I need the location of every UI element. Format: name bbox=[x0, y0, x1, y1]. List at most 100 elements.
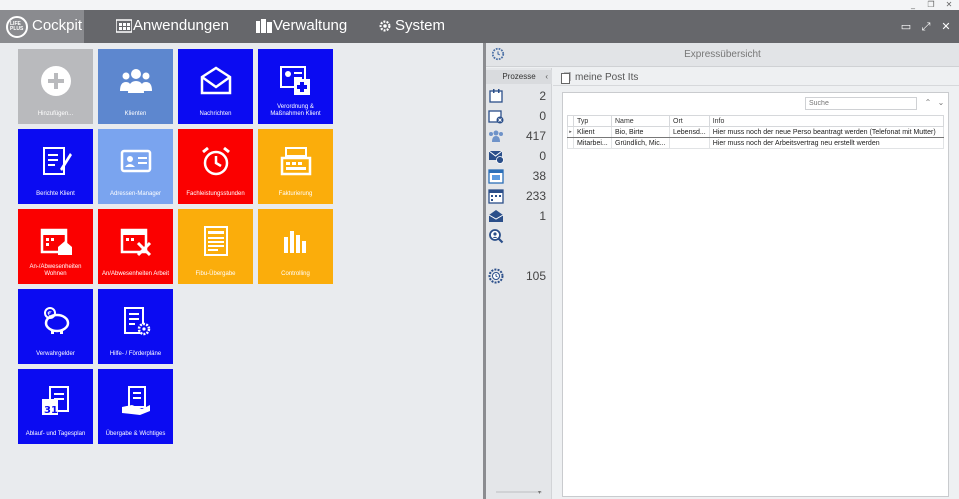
close-icon[interactable]: ✕ bbox=[939, 21, 953, 33]
window-title-strip: _ ❐ ✕ bbox=[0, 0, 959, 10]
tile-nachrichten[interactable]: Nachrichten bbox=[178, 49, 253, 124]
tile-controlling[interactable]: Controlling bbox=[258, 209, 333, 284]
prozess-count: 38 bbox=[532, 169, 546, 183]
tile-label: Hinzufügen... bbox=[37, 111, 74, 117]
piggy-bank-icon: € bbox=[44, 307, 70, 334]
tile-abwesenheiten-arbeit[interactable]: An/Abwesenheiten Arbeit bbox=[98, 209, 173, 284]
expand-icon[interactable]: ⤢ bbox=[919, 21, 933, 33]
screen-icon[interactable]: ▭ bbox=[899, 21, 913, 33]
prozesse-label: Prozesse bbox=[502, 72, 536, 81]
post-its-table: Typ Name Ort Info ▸ Klient Bio, Birte Le… bbox=[567, 115, 945, 149]
calendar-home-icon bbox=[40, 228, 72, 255]
prozess-row[interactable]: 0 bbox=[486, 107, 552, 125]
alarm-clock-icon bbox=[202, 146, 230, 176]
close-window-button[interactable]: ✕ bbox=[940, 0, 958, 9]
restore-button[interactable]: ❐ bbox=[922, 0, 940, 9]
applications-grid-icon bbox=[116, 19, 132, 33]
post-its-area: meine Post Its ⌃ ⌄ Typ Name Ort bbox=[553, 68, 959, 499]
table-row[interactable]: Mitarbei... Gründlich, Mic... Hier muss … bbox=[567, 137, 945, 149]
tile-verordnung[interactable]: Verordnung & Maßnahmen Klient bbox=[258, 49, 333, 124]
report-pen-icon bbox=[43, 147, 72, 175]
tile-label: Verordnung & Maßnahmen Klient bbox=[270, 104, 321, 117]
tile-fibu-uebergabe[interactable]: Fibu-Übergabe bbox=[178, 209, 253, 284]
tile-hilfe-foerderplaene[interactable]: Hilfe- / Förderpläne bbox=[98, 289, 173, 364]
bar-chart-icon bbox=[284, 231, 306, 253]
prozess-row[interactable]: 2 bbox=[486, 87, 552, 105]
svg-text:31: 31 bbox=[44, 405, 58, 416]
tile-fakturierung[interactable]: Fakturierung bbox=[258, 129, 333, 204]
calendar-grid-icon bbox=[488, 189, 504, 204]
nav-tab-cockpit[interactable]: LIFE PLUS Cockpit bbox=[0, 10, 84, 43]
tile-uebergabe-wichtiges[interactable]: Übergabe & Wichtiges bbox=[98, 369, 173, 444]
cell-ort bbox=[669, 137, 710, 149]
medical-card-icon bbox=[280, 66, 310, 95]
prozesse-column: Prozesse ‹ 2 0 417 0 38 233 1 105 ▾ bbox=[486, 68, 552, 499]
prozess-row[interactable]: 417 bbox=[486, 127, 552, 145]
prozess-count: 0 bbox=[539, 149, 546, 163]
tile-label: Adressen-Manager bbox=[109, 191, 162, 197]
people-icon bbox=[489, 130, 503, 142]
search-user-icon bbox=[489, 229, 504, 244]
tile-verwahrgelder[interactable]: € Verwahrgelder bbox=[18, 289, 93, 364]
tile-label: Klienten bbox=[124, 111, 147, 117]
main-navbar: LIFE PLUS Cockpit Anwendungen Verwaltung… bbox=[0, 10, 959, 43]
prozess-count: 417 bbox=[525, 129, 546, 143]
chevron-down-icon[interactable]: ▾ bbox=[538, 489, 541, 496]
prozess-row[interactable]: 233 bbox=[486, 187, 552, 205]
column-header-info[interactable]: Info bbox=[708, 115, 945, 127]
calendar-icon bbox=[488, 169, 504, 184]
calendar-clipboard-icon: 31 bbox=[42, 386, 69, 416]
note-icon bbox=[561, 72, 571, 84]
nav-tab-verwaltung[interactable]: Verwaltung bbox=[273, 17, 347, 34]
prozess-row[interactable]: 0 bbox=[486, 147, 552, 165]
prozess-count: 2 bbox=[539, 89, 546, 103]
tile-add[interactable]: Hinzufügen... bbox=[18, 49, 93, 124]
prozess-row[interactable]: 38 bbox=[486, 167, 552, 185]
post-its-grid: ⌃ ⌄ Typ Name Ort Info ▸ bbox=[562, 92, 949, 497]
minimize-button[interactable]: _ bbox=[904, 0, 922, 9]
table-row[interactable]: ▸ Klient Bio, Birte Lebensd... Hier muss… bbox=[567, 126, 945, 138]
ledger-icon bbox=[204, 226, 228, 256]
tile-label: Fakturierung bbox=[278, 191, 313, 197]
express-overview-panel: Expressübersicht Prozesse ‹ 2 0 417 0 38 bbox=[486, 43, 959, 499]
chevron-left-icon[interactable]: ‹ bbox=[545, 70, 548, 84]
tile-ablauf-tagesplan[interactable]: 31 Ablauf- und Tagesplan bbox=[18, 369, 93, 444]
mail-open-icon bbox=[488, 210, 504, 222]
tile-klienten[interactable]: Klienten bbox=[98, 49, 173, 124]
tile-label: An/Abwesenheiten Arbeit bbox=[101, 271, 170, 277]
chevron-up-icon[interactable]: ⌃ bbox=[923, 97, 933, 109]
prozess-row[interactable]: 105 bbox=[486, 267, 552, 285]
column-header-typ[interactable]: Typ bbox=[573, 115, 612, 127]
prozess-count: 105 bbox=[525, 269, 546, 283]
nav-tab-system[interactable]: System bbox=[395, 17, 445, 34]
tile-berichte-klient[interactable]: Berichte Klient bbox=[18, 129, 93, 204]
tile-abwesenheiten-wohnen[interactable]: An-/Abwesenheiten Wohnen bbox=[18, 209, 93, 284]
column-header-name[interactable]: Name bbox=[611, 115, 670, 127]
express-title: Expressübersicht bbox=[684, 49, 761, 60]
prozesse-scroll-indicator[interactable] bbox=[496, 491, 542, 493]
column-header-ort[interactable]: Ort bbox=[669, 115, 710, 127]
prozesse-header[interactable]: Prozesse ‹ bbox=[486, 70, 552, 84]
cell-ort: Lebensd... bbox=[669, 126, 710, 138]
tile-label: Berichte Klient bbox=[36, 191, 75, 197]
gear-icon bbox=[379, 20, 391, 32]
tile-label: Verwahrgelder bbox=[36, 351, 75, 357]
chevron-down-icon[interactable]: ⌄ bbox=[936, 97, 946, 109]
search-input[interactable] bbox=[805, 97, 917, 110]
tile-label: An-/Abwesenheiten Wohnen bbox=[29, 264, 82, 277]
svg-text:€: € bbox=[48, 310, 52, 318]
prozess-row[interactable]: 1 bbox=[486, 207, 552, 225]
nav-tab-anwendungen[interactable]: Anwendungen bbox=[133, 17, 229, 34]
address-card-icon bbox=[120, 149, 152, 173]
tile-label: Hilfe- / Förderpläne bbox=[109, 351, 162, 357]
cockpit-tiles-area: Hinzufügen... Klienten Nachrichten Veror… bbox=[0, 43, 483, 499]
checklist-gear-icon bbox=[124, 307, 151, 336]
mail-check-icon bbox=[488, 150, 504, 164]
prozess-row[interactable] bbox=[486, 227, 552, 245]
tile-label: Fibu-Übergabe bbox=[195, 271, 236, 277]
tile-fachleistungsstunden[interactable]: Fachleistungsstunden bbox=[178, 129, 253, 204]
plus-circle-icon bbox=[41, 66, 71, 96]
envelope-icon bbox=[200, 66, 232, 95]
prozess-count: 233 bbox=[525, 189, 546, 203]
tile-adressen-manager[interactable]: Adressen-Manager bbox=[98, 129, 173, 204]
